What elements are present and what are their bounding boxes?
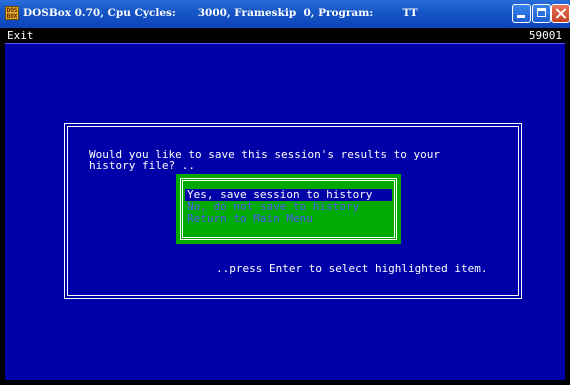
- window-titlebar[interactable]: DOS BOX DOSBox 0.70, Cpu Cycles: 3000, F…: [0, 0, 570, 28]
- menu-item-return-main[interactable]: Return to Main Menu: [185, 213, 392, 225]
- dialog-question-line2: history file? ..: [89, 159, 195, 172]
- choice-menu: Yes, save session to history No, do not …: [176, 174, 401, 244]
- exit-menu-item[interactable]: Exit: [7, 30, 34, 42]
- enter-hint: ..press Enter to select highlighted item…: [216, 262, 488, 275]
- window-title: DOSBox 0.70, Cpu Cycles: 3000, Frameskip…: [23, 7, 418, 19]
- maximize-button[interactable]: [532, 4, 551, 23]
- top-divider: [5, 43, 565, 44]
- dos-top-bar: [5, 28, 565, 43]
- minimize-button[interactable]: [512, 4, 531, 23]
- close-button[interactable]: [551, 4, 570, 23]
- dosbox-icon[interactable]: DOS BOX: [5, 6, 19, 20]
- counter-readout: 59001: [528, 29, 562, 42]
- menu-item-label: Return to Main Menu: [187, 212, 313, 225]
- dos-screen[interactable]: Exit 59001 Would you like to save this s…: [5, 28, 565, 380]
